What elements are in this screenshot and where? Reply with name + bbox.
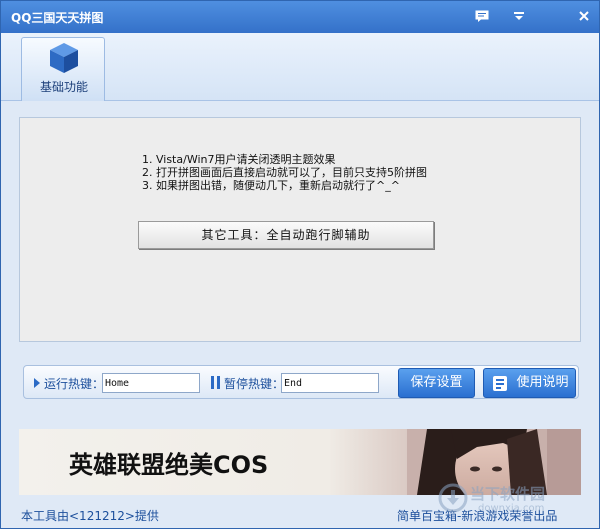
tab-strip: 基础功能 <box>1 33 599 101</box>
pause-hotkey-input[interactable] <box>281 373 379 393</box>
manual-icon <box>492 375 508 403</box>
main-panel: 1. Vista/Win7用户请关闭透明主题效果 2. 打开拼图画面后直接启动就… <box>19 117 581 342</box>
menu-dropdown-icon[interactable] <box>508 7 530 27</box>
credit-left: 本工具由<121212>提供 <box>21 509 159 523</box>
play-arrow-icon <box>34 378 40 388</box>
feedback-icon[interactable] <box>471 7 493 27</box>
pause-icon <box>211 376 220 389</box>
banner-text: 英雄联盟绝美COS <box>69 451 269 479</box>
other-tools-button[interactable]: 其它工具：全自动跑行脚辅助 <box>138 221 434 249</box>
cube-icon <box>49 42 79 77</box>
watermark-sub: downxia.com <box>478 503 545 514</box>
run-hotkey-input[interactable] <box>102 373 200 393</box>
run-hotkey-label: 运行热键： <box>44 377 105 391</box>
watermark-logo-icon <box>438 483 468 513</box>
help-button[interactable]: 使用说明 <box>483 368 576 398</box>
note-item: 2. 打开拼图画面后直接启动就可以了，目前只支持5阶拼图 <box>142 166 427 179</box>
help-button-label: 使用说明 <box>516 375 569 390</box>
tab-basic-functions[interactable]: 基础功能 <box>21 37 105 101</box>
app-window: QQ三国天天拼图 基础功能 1. Vista/Win7用户请关闭透明主题效果 2… <box>0 0 600 529</box>
titlebar[interactable]: QQ三国天天拼图 <box>1 1 599 33</box>
watermark-text: 当下软件园 <box>470 485 546 503</box>
close-icon[interactable] <box>573 7 595 27</box>
save-settings-button[interactable]: 保存设置 <box>398 368 475 398</box>
hotkey-bar: 运行热键： 暂停热键： 保存设置 使用说明 <box>23 365 579 399</box>
window-title: QQ三国天天拼图 <box>11 11 104 25</box>
notes-list: 1. Vista/Win7用户请关闭透明主题效果 2. 打开拼图画面后直接启动就… <box>142 153 427 192</box>
note-item: 3. 如果拼图出错，随便动几下，重新启动就行了^_^ <box>142 179 400 192</box>
note-item: 1. Vista/Win7用户请关闭透明主题效果 <box>142 153 336 166</box>
pause-hotkey-label: 暂停热键： <box>224 377 285 391</box>
tab-label: 基础功能 <box>39 80 88 94</box>
watermark: 当下软件园 downxia.com <box>434 479 594 523</box>
